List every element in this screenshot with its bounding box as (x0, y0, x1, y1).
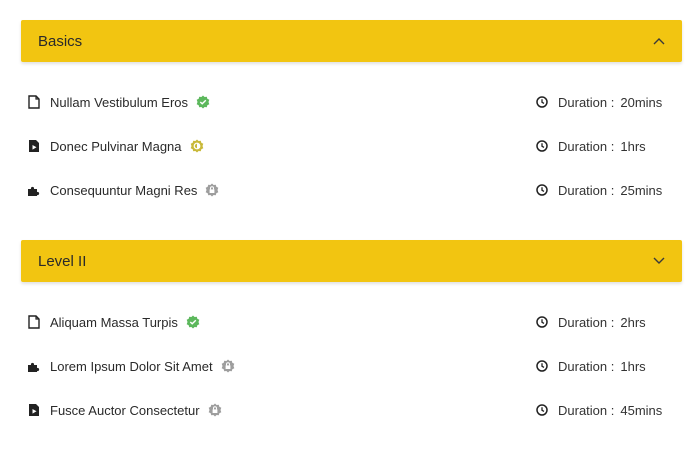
clock-icon (536, 96, 548, 108)
lesson-row[interactable]: Lorem Ipsum Dolor Sit Amet Duration : 1h… (27, 356, 673, 376)
lesson-row[interactable]: Fusce Auctor Consectetur Duration : 45mi… (27, 400, 673, 420)
duration-label: Duration : (558, 402, 615, 418)
video-file-icon (27, 139, 40, 153)
check-badge-icon (186, 315, 200, 329)
lesson-title[interactable]: Donec Pulvinar Magna (50, 139, 182, 154)
locked-badge-icon (208, 403, 222, 417)
puzzle-icon (27, 359, 40, 373)
clock-icon (536, 140, 548, 152)
duration: Duration : 1hrs (536, 359, 673, 374)
duration-value: 1hrs (620, 358, 646, 374)
duration-value: 1hrs (620, 138, 646, 154)
clock-icon (536, 184, 548, 196)
section-title: Level II (38, 252, 87, 270)
lesson-row[interactable]: Aliquam Massa Turpis Duration : 2hrs (27, 312, 673, 332)
duration-label: Duration : (558, 314, 615, 330)
clock-icon (536, 360, 548, 372)
half-complete-badge-icon (190, 139, 204, 153)
section-title: Basics (38, 32, 83, 50)
duration-value: 25mins (620, 182, 663, 198)
lesson-row[interactable]: Consequuntur Magni Res Duration : 25mins (27, 180, 673, 200)
duration-value: 2hrs (620, 314, 646, 330)
duration-label: Duration : (558, 138, 615, 154)
duration-label: Duration : (558, 94, 615, 110)
duration: Duration : 45mins (536, 403, 673, 418)
chevron-down-icon[interactable] (653, 255, 665, 267)
duration-label: Duration : (558, 358, 615, 374)
document-icon (27, 95, 40, 109)
check-badge-icon (196, 95, 210, 109)
section-header-basics[interactable]: Basics (21, 20, 682, 62)
clock-icon (536, 316, 548, 328)
clock-icon (536, 404, 548, 416)
lesson-title[interactable]: Aliquam Massa Turpis (50, 315, 178, 330)
duration: Duration : 1hrs (536, 139, 673, 154)
duration-value: 20mins (620, 94, 663, 110)
duration: Duration : 2hrs (536, 315, 673, 330)
puzzle-icon (27, 183, 40, 197)
locked-badge-icon (205, 183, 219, 197)
duration-label: Duration : (558, 182, 615, 198)
duration-value: 45mins (620, 402, 663, 418)
locked-badge-icon (221, 359, 235, 373)
lesson-title[interactable]: Lorem Ipsum Dolor Sit Amet (50, 359, 213, 374)
lesson-title[interactable]: Nullam Vestibulum Eros (50, 95, 188, 110)
lesson-title[interactable]: Fusce Auctor Consectetur (50, 403, 200, 418)
duration: Duration : 20mins (536, 95, 673, 110)
course-outline: Basics Nullam Vestibulum Eros Duration :… (0, 0, 700, 475)
duration: Duration : 25mins (536, 183, 673, 198)
video-file-icon (27, 403, 40, 417)
section-header-level-ii[interactable]: Level II (21, 240, 682, 282)
document-icon (27, 315, 40, 329)
lesson-row[interactable]: Nullam Vestibulum Eros Duration : 20mins (27, 92, 673, 112)
chevron-up-icon[interactable] (653, 35, 665, 47)
lesson-title[interactable]: Consequuntur Magni Res (50, 183, 197, 198)
lesson-row[interactable]: Donec Pulvinar Magna Duration : 1hrs (27, 136, 673, 156)
